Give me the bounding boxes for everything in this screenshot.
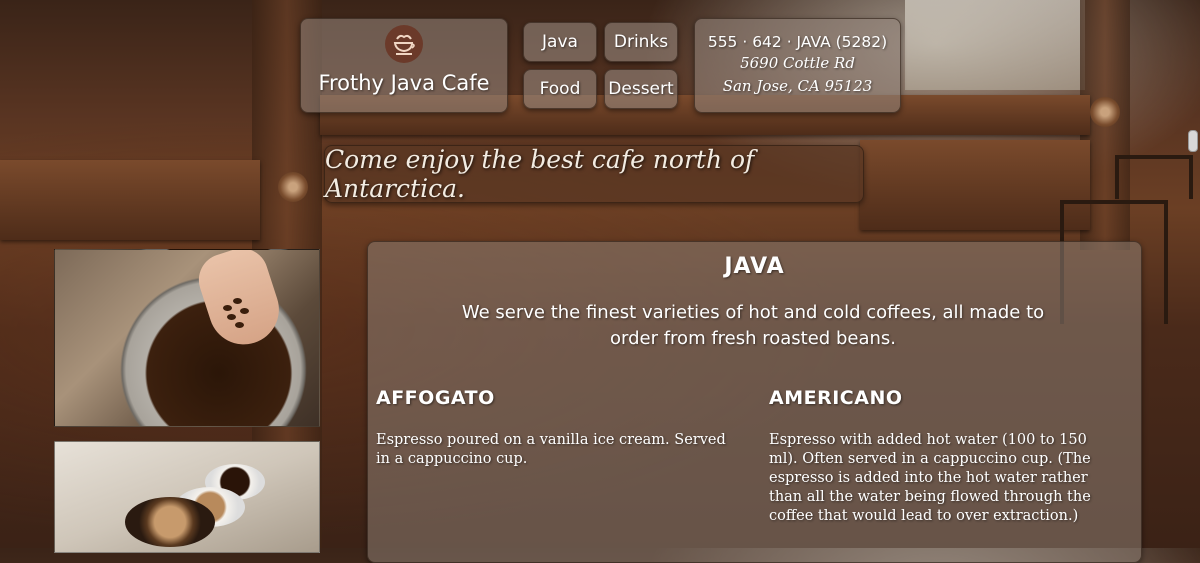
nav-dessert-button[interactable]: Dessert	[604, 69, 678, 109]
tagline-text: Come enjoy the best cafe north of Antarc…	[325, 145, 755, 203]
contact-panel: 555 · 642 · JAVA (5282) 5690 Cottle Rd S…	[694, 18, 901, 113]
section-description: We serve the finest varieties of hot and…	[461, 302, 1045, 349]
background-window	[905, 0, 1085, 90]
menu-item: AFFOGATO Espresso poured on a vanilla ic…	[376, 387, 736, 469]
menu-item-name: AFFOGATO	[376, 387, 495, 409]
menu-item-description: Espresso poured on a vanilla ice cream. …	[376, 432, 726, 467]
bean-shape	[235, 322, 244, 328]
bean-shape	[240, 308, 249, 314]
menu-section: JAVA We serve the finest varieties of ho…	[367, 241, 1142, 563]
background-chair	[1115, 155, 1193, 199]
address-street: 5690 Cottle Rd	[740, 54, 855, 72]
background-shelf	[0, 160, 260, 240]
menu-item: AMERICANO Espresso with added hot water …	[769, 387, 1109, 526]
menu-item-name: AMERICANO	[769, 387, 903, 409]
bean-shape	[227, 314, 236, 320]
nav-drinks-button[interactable]: Drinks	[604, 22, 678, 62]
logo-panel[interactable]: Frothy Java Cafe	[300, 18, 508, 113]
bean-shape	[223, 305, 232, 311]
scrollbar-thumb[interactable]	[1188, 130, 1198, 152]
nav-java-button[interactable]: Java	[523, 22, 597, 62]
coffee-cups-photo	[54, 441, 320, 553]
site-title: Frothy Java Cafe	[318, 71, 490, 95]
coffee-cup-icon	[385, 25, 423, 63]
bean-shape	[233, 298, 242, 304]
tagline-banner: Come enjoy the best cafe north of Antarc…	[324, 145, 864, 203]
coffee-beans-photo	[54, 249, 320, 427]
cup-shape	[125, 497, 215, 547]
background-shelf	[860, 140, 1090, 230]
address-city: San Jose, CA 95123	[722, 77, 873, 95]
background-rosette	[1090, 97, 1120, 127]
menu-item-description: Espresso with added hot water (100 to 15…	[769, 432, 1091, 524]
nav-food-button[interactable]: Food	[523, 69, 597, 109]
section-title: JAVA	[724, 254, 785, 279]
phone-number[interactable]: 555 · 642 · JAVA (5282)	[695, 33, 900, 51]
background-rosette	[278, 172, 308, 202]
